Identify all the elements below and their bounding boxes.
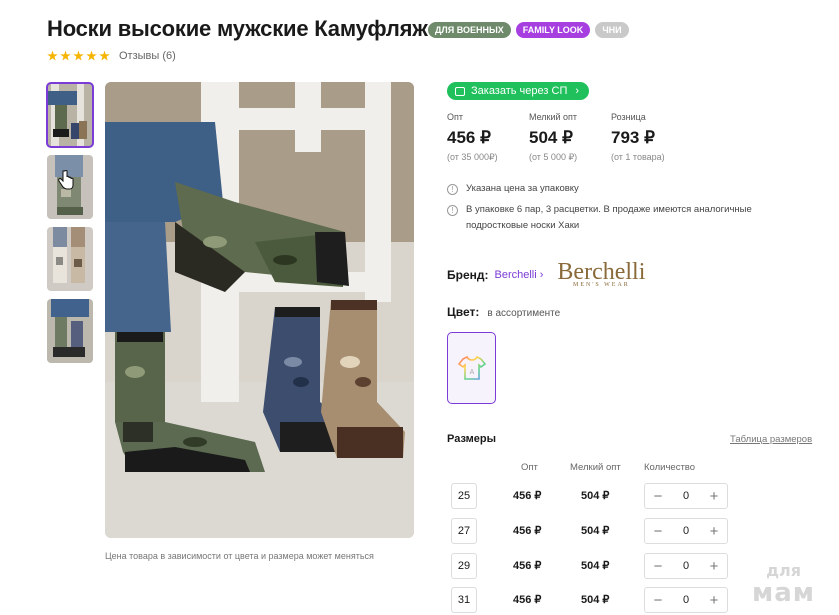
brand-link[interactable]: Berchelli › [495,269,544,281]
info-line-pack-contents: ! В упаковке 6 пар, 3 расцветки. В прода… [447,202,752,234]
info-icon: ! [447,184,458,195]
column-header-small-opt: Мелкий опт [570,462,621,473]
badge-list: для военных FAMILY LOOK ЧНИ [428,22,629,38]
star-icon [86,50,97,61]
price-value: 456 ₽ [447,128,491,147]
color-label: Цвет: [447,305,480,319]
minus-button[interactable]: − [651,558,665,575]
quantity-value[interactable]: 0 [683,525,689,537]
brand-label: Бренд: [447,268,489,282]
minus-button[interactable]: − [651,523,665,540]
star-icon [73,50,84,61]
color-swatch-assorted[interactable]: A [447,332,496,404]
site-watermark: для мам [752,560,816,608]
small-opt-price: 504 ₽ [581,490,610,502]
sizes-title: Размеры [447,433,497,445]
quantity-stepper: − 0 + [644,587,728,613]
watermark-line: мам [752,578,816,608]
size-label: 29 [451,553,477,579]
quantity-stepper: − 0 + [644,483,728,509]
quantity-value[interactable]: 0 [683,490,689,502]
price-wholesale: Опт 456 ₽ (от 35 000₽) [447,112,529,163]
reviews-link[interactable]: Отзывы (6) [119,50,176,62]
info-text: Указана цена за упаковку [466,183,579,194]
minus-button[interactable]: − [651,488,665,505]
opt-price: 456 ₽ [513,560,542,572]
info-line-pack-price: ! Указана цена за упаковку [447,181,579,197]
column-header-quantity: Количество [644,462,696,473]
plus-button[interactable]: + [707,558,721,575]
thumbnail[interactable] [47,227,93,291]
badge-family-look[interactable]: FAMILY LOOK [515,22,591,38]
plus-button[interactable]: + [707,592,721,609]
price-retail: Розница 793 ₽ (от 1 товара) [611,112,693,163]
brand-row: Бренд: Berchelli › Berchelli MEN'S WEAR [447,260,645,288]
opt-price: 456 ₽ [513,525,542,537]
info-text-line: подростковые носки Хаки [466,220,580,231]
hand-cursor-icon [58,170,74,190]
rating: Отзывы (6) [47,50,176,62]
star-icon [60,50,71,61]
price-note: (от 1 товара) [611,152,665,162]
small-opt-price: 504 ₽ [581,525,610,537]
size-row: 31 456 ₽ 504 ₽ − 0 + [451,587,751,613]
brand-logo[interactable]: Berchelli MEN'S WEAR [557,260,645,288]
price-note: (от 5 000 ₽) [529,152,578,162]
main-product-photo[interactable] [105,82,414,538]
thumbnail[interactable] [47,299,93,363]
rainbow-tshirt-icon: A [457,355,486,380]
size-label: 25 [451,483,477,509]
quantity-value[interactable]: 0 [683,560,689,572]
size-label: 27 [451,518,477,544]
brand-name: Berchelli [494,269,537,281]
opt-price: 456 ₽ [513,490,542,502]
badge-chni[interactable]: ЧНИ [595,22,629,38]
size-row: 29 456 ₽ 504 ₽ − 0 + [451,553,751,579]
size-chart-link[interactable]: Таблица размеров [730,434,812,445]
quantity-stepper: − 0 + [644,553,728,579]
svg-text:A: A [469,369,474,376]
price-label: Розница [611,112,646,122]
price-block: Опт 456 ₽ (от 35 000₽) Мелкий опт 504 ₽ … [447,112,693,163]
price-label: Мелкий опт [529,112,578,122]
price-small-wholesale: Мелкий опт 504 ₽ (от 5 000 ₽) [529,112,611,163]
size-row: 25 456 ₽ 504 ₽ − 0 + [451,483,751,509]
price-label: Опт [447,112,463,122]
info-icon: ! [447,205,458,216]
price-value: 793 ₽ [611,128,655,147]
small-opt-price: 504 ₽ [581,560,610,572]
info-text: В упаковке 6 пар, 3 расцветки. В продаже… [466,202,752,234]
plus-button[interactable]: + [707,488,721,505]
opt-price: 456 ₽ [513,594,542,606]
star-icon [99,50,110,61]
minus-button[interactable]: − [651,592,665,609]
plus-button[interactable]: + [707,523,721,540]
order-button-label: Заказать через СП [471,85,568,97]
star-icon [47,50,58,61]
column-header-opt: Опт [521,462,538,473]
thumbnail-list [46,82,94,363]
chevron-right-icon: › [575,85,580,97]
price-value: 504 ₽ [529,128,573,147]
size-label: 31 [451,587,477,613]
quantity-value[interactable]: 0 [683,594,689,606]
size-row: 27 456 ₽ 504 ₽ − 0 + [451,518,751,544]
thumbnail[interactable] [46,82,94,148]
small-opt-price: 504 ₽ [581,594,610,606]
info-text-line: В упаковке 6 пар, 3 расцветки. В продаже… [466,204,752,215]
photo-caption: Цена товара в зависимости от цвета и раз… [105,551,374,561]
product-title: Носки высокие мужские Камуфляж [47,16,428,41]
color-value: в ассортименте [487,308,561,319]
order-via-sp-button[interactable]: Заказать через СП › [447,82,590,100]
quantity-stepper: − 0 + [644,518,728,544]
badge-military[interactable]: для военных [428,22,511,38]
cart-icon [455,86,465,96]
price-note: (от 35 000₽) [447,152,498,162]
color-row: Цвет: в ассортименте [447,305,560,319]
